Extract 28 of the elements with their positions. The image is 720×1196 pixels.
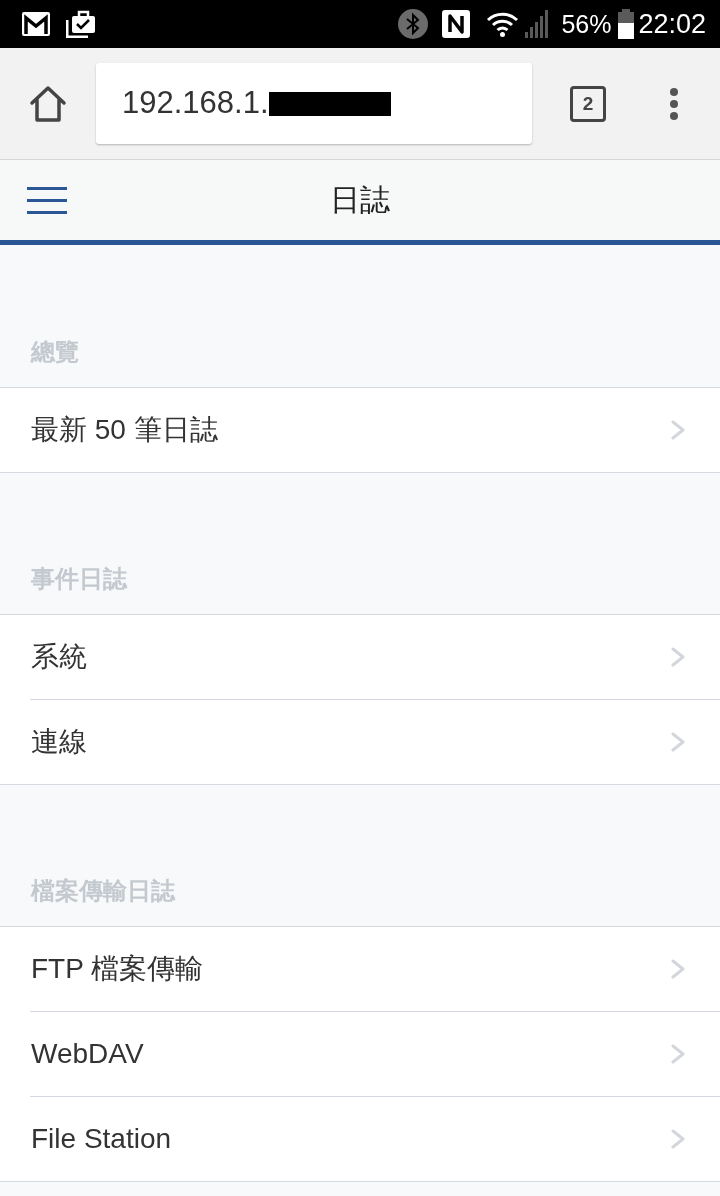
chevron-right-icon	[670, 647, 686, 667]
signal-icon	[525, 10, 550, 38]
more-vertical-icon	[670, 87, 678, 120]
menu-icon	[27, 186, 67, 214]
log-list-item[interactable]: 最新 50 筆日誌	[0, 388, 720, 472]
home-button[interactable]	[28, 83, 68, 124]
log-list-item[interactable]: File Station	[0, 1097, 720, 1181]
chevron-right-icon	[670, 959, 686, 979]
log-list-item[interactable]: WebDAV	[0, 1012, 720, 1096]
chevron-right-icon	[670, 732, 686, 752]
battery-percent: 56%	[561, 11, 612, 37]
battery-icon	[618, 9, 635, 39]
home-icon	[29, 84, 67, 123]
bluetooth-icon	[398, 9, 429, 39]
url-field[interactable]: 192.168.1.	[96, 63, 532, 144]
log-list-item[interactable]: FTP 檔案傳輸	[0, 927, 720, 1011]
chevron-right-icon	[670, 1129, 686, 1149]
chevron-right-icon	[670, 420, 686, 440]
log-list-item[interactable]: 連線	[0, 700, 720, 784]
briefcase-check-icon	[66, 10, 96, 38]
mail-icon	[22, 12, 50, 36]
log-list-item[interactable]: 系統	[0, 615, 720, 699]
wifi-icon	[486, 11, 520, 37]
clock-time: 22:02	[638, 10, 706, 38]
page-title: 日誌	[330, 185, 390, 215]
nfc-icon	[442, 10, 471, 38]
tab-switcher-button[interactable]: 2	[570, 85, 606, 122]
chevron-right-icon	[670, 1044, 686, 1064]
